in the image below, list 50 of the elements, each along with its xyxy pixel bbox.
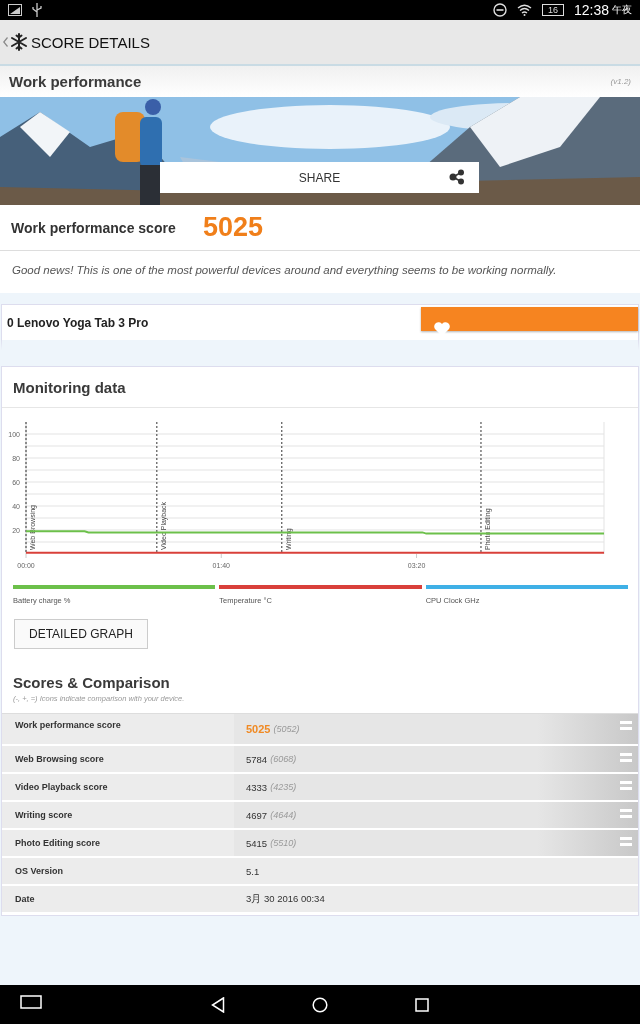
- screen-title: SCORE DETAILS: [31, 33, 150, 51]
- share-icon: [449, 169, 465, 185]
- section-title: Scores & Comparison: [13, 674, 171, 691]
- device-name: 0 Lenovo Yoga Tab 3 Pro: [7, 315, 149, 330]
- reference-score: (5052): [273, 724, 300, 734]
- row-label: OS Version: [15, 866, 64, 876]
- score-label: Work performance score: [11, 219, 177, 236]
- image-notification-icon: [8, 4, 22, 16]
- equal-icon: [620, 753, 632, 762]
- section-title: Work performance: [9, 73, 142, 90]
- reference-score: (6068): [270, 754, 297, 764]
- reference-score: (4644): [270, 810, 297, 820]
- clock-time: 12:38: [573, 2, 609, 18]
- share-button[interactable]: SHARE: [160, 162, 479, 193]
- version-label: (v1.2): [610, 77, 631, 86]
- wifi-icon: [516, 4, 532, 16]
- detailed-graph-button[interactable]: DETAILED GRAPH: [14, 619, 148, 649]
- row-label: Writing score: [15, 810, 73, 820]
- score-value: 4697: [246, 809, 268, 821]
- do-not-disturb-icon: [492, 3, 507, 17]
- score-value: 5415: [246, 837, 268, 849]
- info-value: 3月 30 2016 00:34: [246, 892, 325, 906]
- score-value: 5025: [203, 212, 264, 243]
- equal-icon: [620, 809, 632, 818]
- screen-icon[interactable]: [20, 995, 42, 1009]
- score-value: 5025: [246, 723, 271, 735]
- info-value: 5.1: [246, 865, 260, 877]
- score-value: 5784: [246, 753, 268, 765]
- section-title: Monitoring data: [13, 378, 126, 396]
- home-icon[interactable]: [312, 996, 328, 1013]
- usb-icon: [32, 3, 42, 17]
- back-chevron-icon: [3, 37, 8, 47]
- battery-level: 16: [541, 4, 564, 16]
- equal-icon: [620, 781, 632, 790]
- result-message: Good news! This is one of the most powerful devices around and everything seems to be working normally.: [11, 263, 558, 278]
- back-button[interactable]: [3, 33, 28, 51]
- reference-score: (5510): [270, 838, 297, 848]
- row-label: Video Playback score: [15, 782, 108, 792]
- row-label: Date: [15, 894, 35, 904]
- row-label: Web Browsing score: [15, 754, 104, 764]
- recent-apps-icon[interactable]: [415, 997, 429, 1012]
- clock-period: 午夜: [612, 3, 632, 17]
- snowflake-icon: [10, 33, 28, 51]
- row-label: Photo Editing score: [15, 838, 100, 848]
- equal-icon: [620, 721, 632, 730]
- equal-icon: [620, 837, 632, 846]
- reference-score: (4235): [270, 782, 297, 792]
- row-label: Work performance score: [15, 720, 121, 730]
- score-value: 4333: [246, 781, 268, 793]
- back-icon[interactable]: [211, 996, 225, 1013]
